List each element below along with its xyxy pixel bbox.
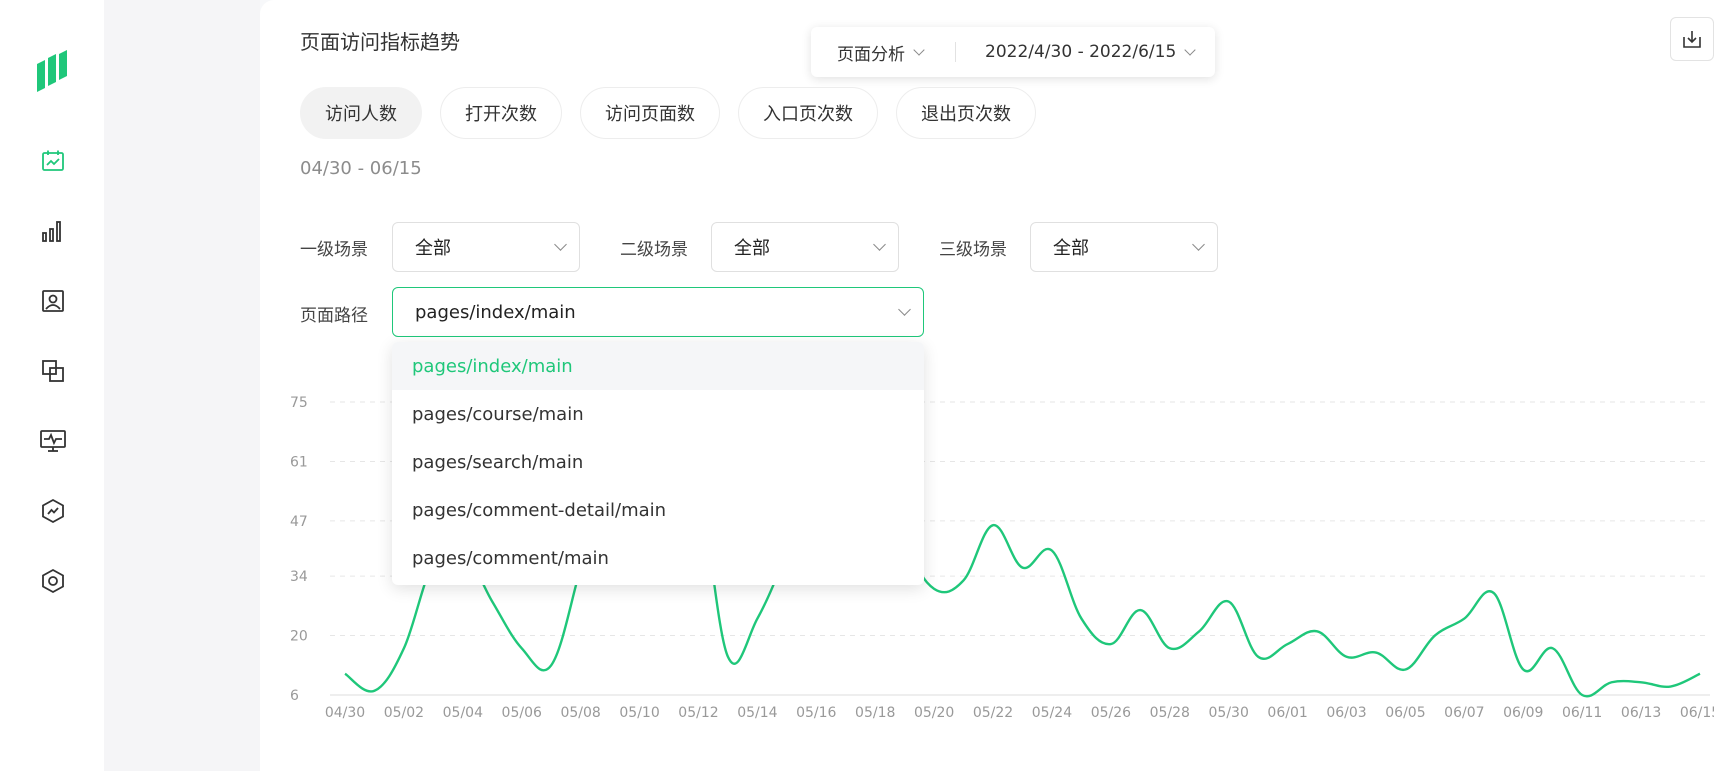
x-tick-label: 05/12 (678, 705, 718, 721)
x-tick-label: 05/08 (560, 705, 600, 721)
chevron-down-icon (873, 238, 886, 251)
chevron-down-icon (1192, 238, 1205, 251)
date-range-select[interactable]: 2022/4/30 - 2022/6/15 (985, 42, 1196, 62)
x-tick-label: 06/15 (1680, 705, 1714, 721)
x-tick-label: 06/11 (1562, 705, 1602, 721)
hexagon-settings-icon[interactable] (38, 566, 68, 596)
x-tick-label: 06/03 (1326, 705, 1366, 721)
analysis-select[interactable]: 页面分析 (837, 40, 925, 65)
analysis-select-label: 页面分析 (837, 44, 905, 65)
path-value: pages/index/main (415, 301, 576, 323)
dropdown-option[interactable]: pages/index/main (392, 342, 924, 390)
y-tick-label: 6 (290, 688, 299, 704)
x-tick-label: 05/24 (1032, 705, 1072, 721)
tab-entry-pages[interactable]: 入口页次数 (738, 87, 878, 139)
level2-select[interactable]: 全部 (711, 222, 899, 272)
y-tick-label: 47 (290, 514, 308, 530)
brand-logo[interactable] (33, 50, 73, 92)
x-tick-label: 05/22 (973, 705, 1013, 721)
layers-icon[interactable] (38, 356, 68, 386)
x-tick-label: 05/10 (619, 705, 659, 721)
path-dropdown: pages/index/main pages/course/main pages… (392, 342, 924, 585)
download-icon (1683, 31, 1701, 48)
chevron-down-icon (898, 303, 911, 316)
calendar-chart-icon[interactable] (38, 146, 68, 176)
x-tick-label: 05/04 (443, 705, 483, 721)
tab-opens[interactable]: 打开次数 (440, 87, 562, 139)
x-tick-label: 05/18 (855, 705, 895, 721)
x-tick-label: 05/28 (1150, 705, 1190, 721)
x-tick-label: 05/20 (914, 705, 954, 721)
level1-label: 一级场景 (300, 240, 368, 260)
x-tick-label: 06/09 (1503, 705, 1543, 721)
monitor-pulse-icon[interactable] (38, 426, 68, 456)
dropdown-option[interactable]: pages/comment/main (392, 534, 924, 582)
dropdown-option[interactable]: pages/comment-detail/main (392, 486, 924, 534)
page-title: 页面访问指标趋势 (300, 30, 460, 54)
y-tick-label: 75 (290, 395, 308, 411)
x-tick-label: 05/14 (737, 705, 777, 721)
x-tick-label: 05/06 (502, 705, 542, 721)
divider (955, 42, 956, 62)
tab-visitors[interactable]: 访问人数 (300, 87, 422, 139)
x-tick-label: 06/13 (1621, 705, 1661, 721)
left-nav (0, 0, 104, 771)
chevron-down-icon (913, 43, 925, 56)
level3-select[interactable]: 全部 (1030, 222, 1218, 272)
date-caption: 04/30 - 06/15 (300, 158, 422, 179)
tab-exit-pages[interactable]: 退出页次数 (896, 87, 1036, 139)
x-tick-label: 05/26 (1091, 705, 1131, 721)
level1-select[interactable]: 全部 (392, 222, 580, 272)
x-tick-label: 05/30 (1209, 705, 1249, 721)
analysis-toolbar: 页面分析 2022/4/30 - 2022/6/15 (811, 27, 1215, 77)
x-tick-label: 04/30 (325, 705, 365, 721)
level3-value: 全部 (1053, 238, 1089, 259)
user-card-icon[interactable] (38, 286, 68, 316)
metric-tabs: 访问人数 打开次数 访问页面数 入口页次数 退出页次数 (300, 87, 1036, 139)
bar-chart-icon[interactable] (38, 216, 68, 246)
x-tick-label: 05/02 (384, 705, 424, 721)
x-tick-label: 06/01 (1267, 705, 1307, 721)
dropdown-option[interactable]: pages/course/main (392, 390, 924, 438)
x-tick-label: 06/05 (1385, 705, 1425, 721)
level3-label: 三级场景 (939, 240, 1007, 260)
y-tick-label: 34 (290, 569, 308, 585)
x-tick-label: 06/07 (1444, 705, 1484, 721)
dropdown-option[interactable]: pages/search/main (392, 438, 924, 486)
path-label: 页面路径 (300, 306, 368, 326)
level2-value: 全部 (734, 238, 770, 259)
path-select[interactable]: pages/index/main (392, 287, 924, 337)
x-tick-label: 05/16 (796, 705, 836, 721)
level1-value: 全部 (415, 238, 451, 259)
level2-label: 二级场景 (620, 240, 688, 260)
chevron-down-icon (554, 238, 567, 251)
date-range-label: 2022/4/30 - 2022/6/15 (985, 42, 1177, 62)
export-button[interactable] (1670, 17, 1714, 61)
y-tick-label: 20 (290, 629, 308, 645)
tab-page-views[interactable]: 访问页面数 (580, 87, 720, 139)
y-tick-label: 61 (290, 454, 308, 470)
content-gutter (104, 0, 260, 771)
hexagon-trend-icon[interactable] (38, 496, 68, 526)
chevron-down-icon (1184, 43, 1196, 56)
